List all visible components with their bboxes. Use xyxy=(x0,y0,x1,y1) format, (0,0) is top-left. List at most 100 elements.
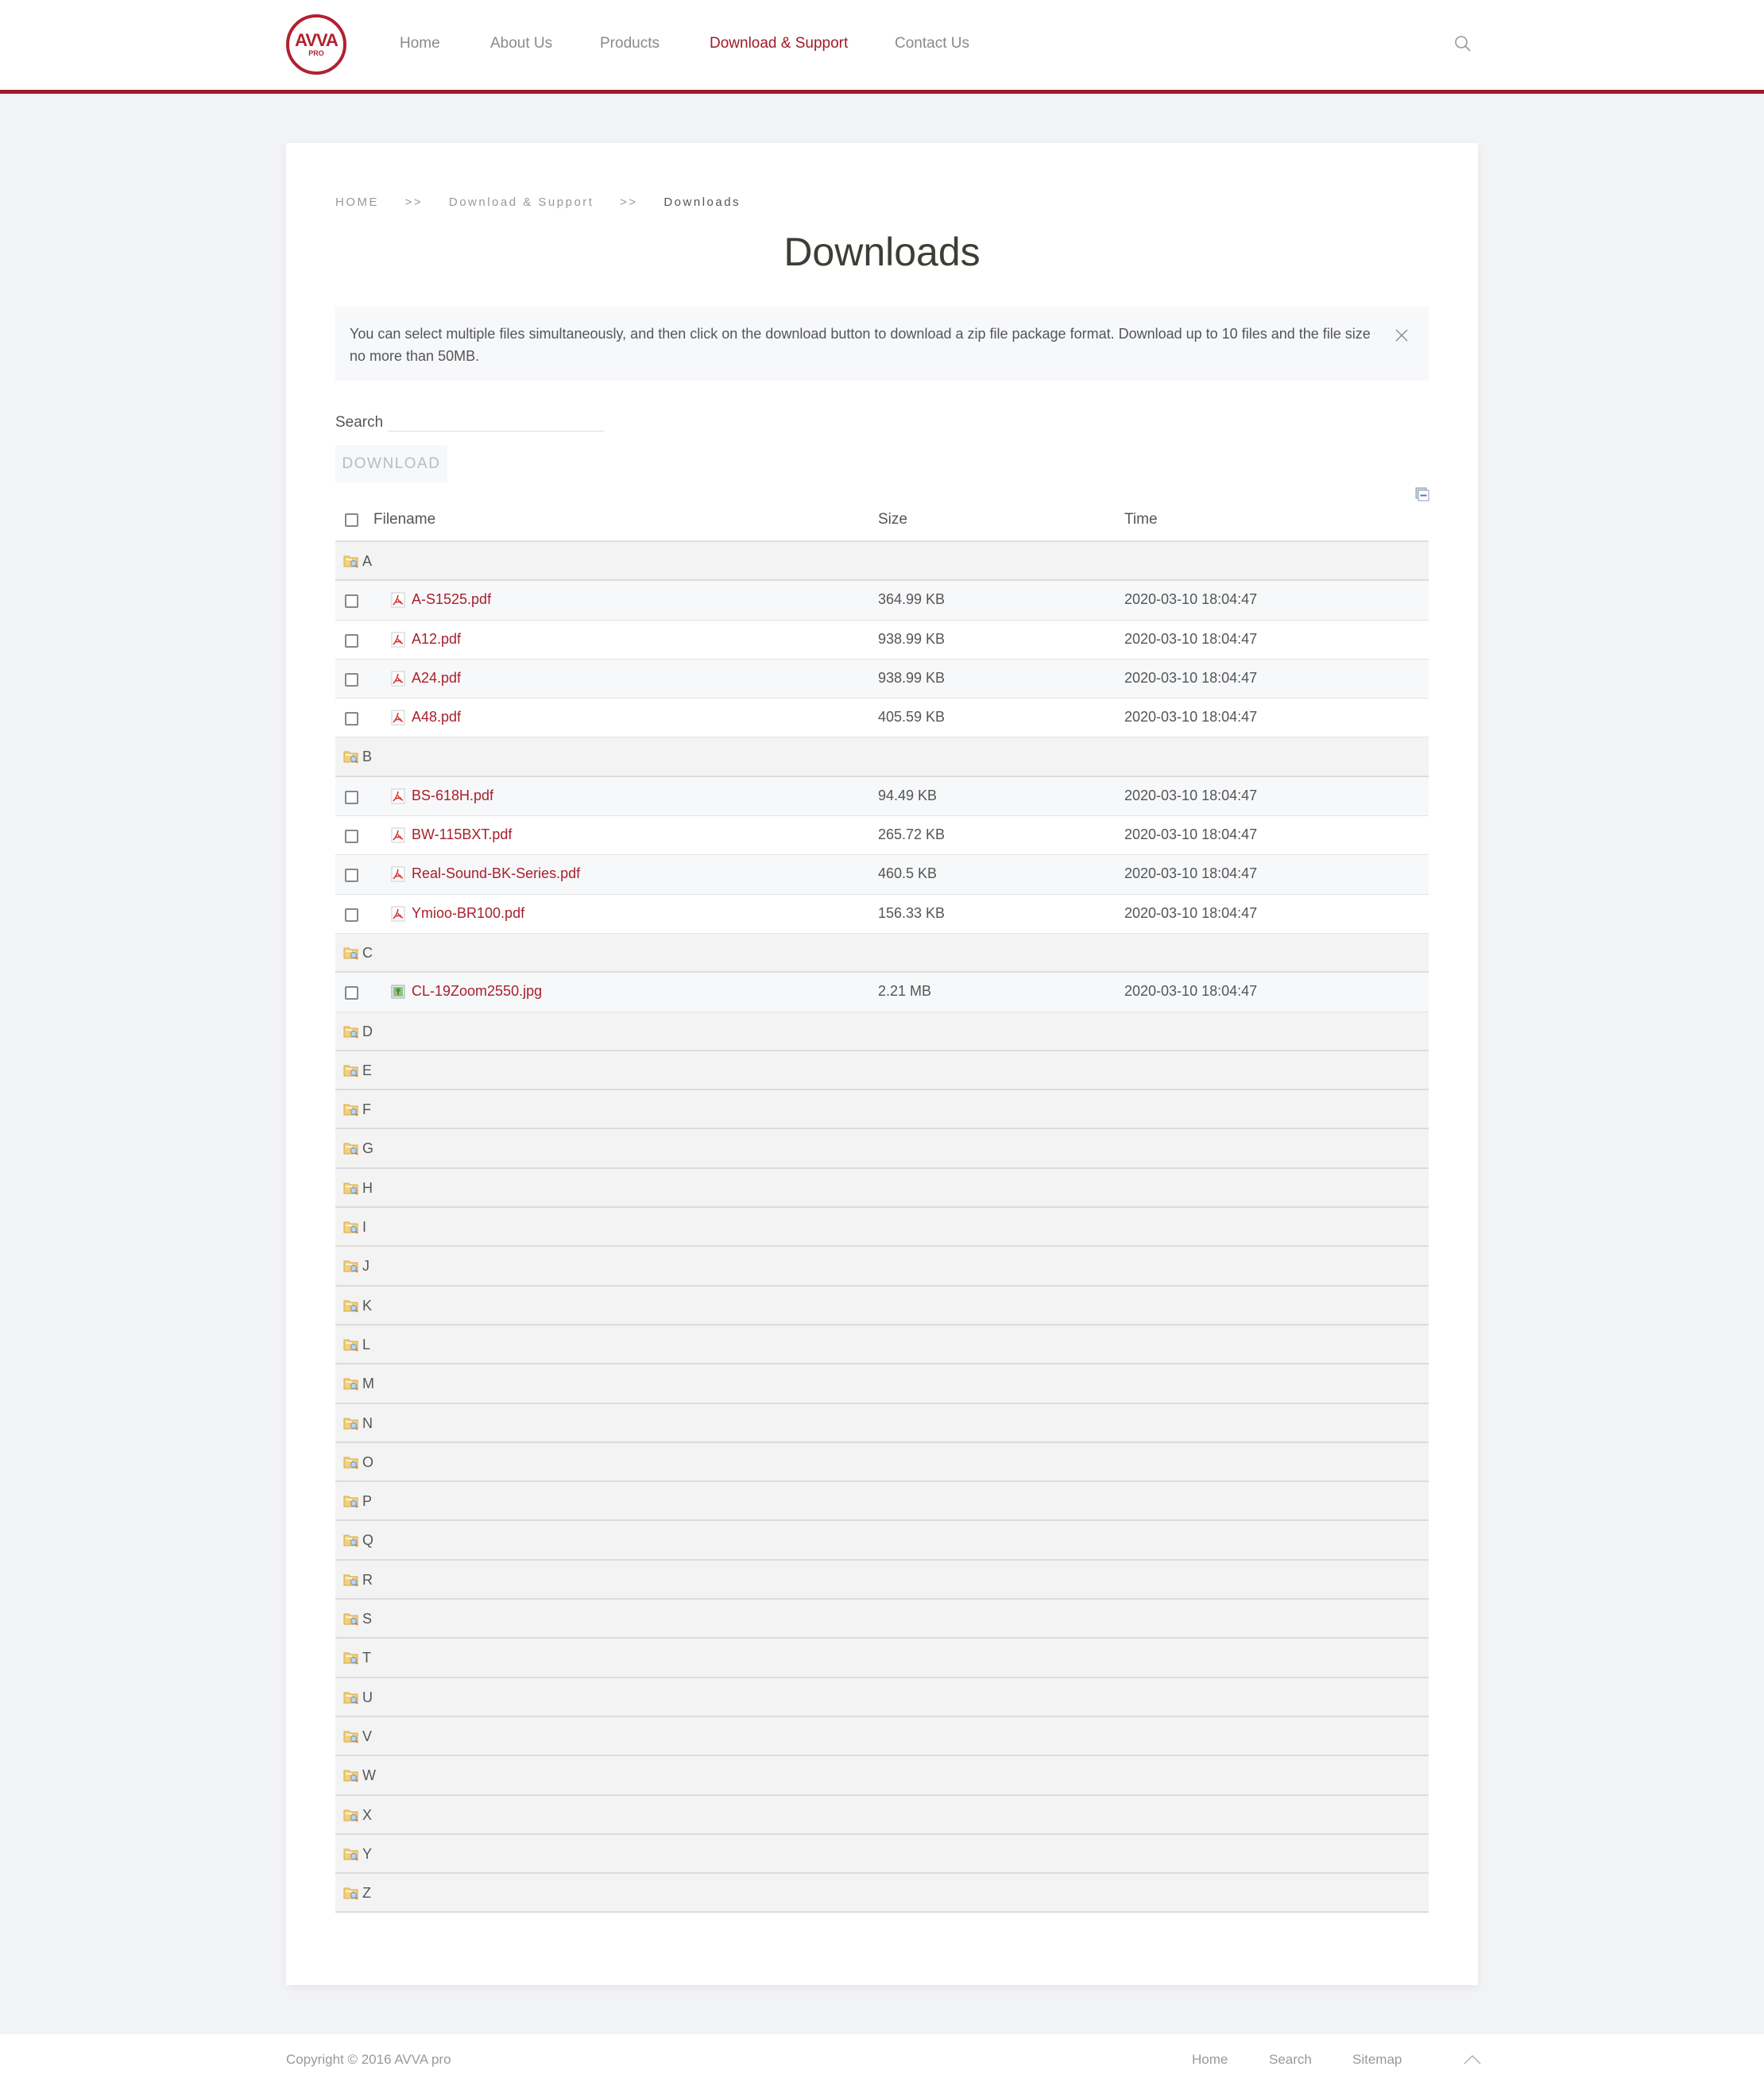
folder-row[interactable]: X xyxy=(335,1795,1429,1835)
close-icon[interactable] xyxy=(1394,327,1410,343)
folder-row[interactable]: S xyxy=(335,1600,1429,1639)
downloads-card: HOME >> Download & Support >> Downloads … xyxy=(286,143,1478,1985)
footer-link-search[interactable]: Search xyxy=(1269,2052,1312,2068)
nav-about-us[interactable]: About Us xyxy=(490,35,552,52)
folder-row[interactable]: N xyxy=(335,1403,1429,1443)
folder-row[interactable]: Q xyxy=(335,1521,1429,1561)
pdf-icon xyxy=(391,592,405,608)
folder-icon xyxy=(343,555,359,568)
table-header: Filename Size Time xyxy=(335,497,1429,542)
folder-row[interactable]: R xyxy=(335,1560,1429,1600)
file-link[interactable]: BW-115BXT.pdf xyxy=(412,826,512,843)
site-header: AVVA PRO Home About Us Products Download… xyxy=(0,0,1764,94)
folder-row[interactable]: B xyxy=(335,737,1429,777)
folder-row[interactable]: G xyxy=(335,1129,1429,1169)
column-time[interactable]: Time xyxy=(1124,511,1158,528)
file-link[interactable]: A24.pdf xyxy=(412,670,461,687)
breadcrumb-separator: >> xyxy=(620,195,638,209)
breadcrumb-download-support[interactable]: Download & Support xyxy=(449,195,594,209)
nav-products[interactable]: Products xyxy=(600,35,660,52)
folder-name: G xyxy=(362,1140,374,1157)
folder-row[interactable]: P xyxy=(335,1482,1429,1522)
folder-icon xyxy=(343,1612,359,1626)
folder-name: T xyxy=(362,1650,371,1666)
search-input[interactable] xyxy=(388,408,605,432)
folder-row[interactable]: L xyxy=(335,1325,1429,1365)
folder-row[interactable]: W xyxy=(335,1756,1429,1796)
footer-link-sitemap[interactable]: Sitemap xyxy=(1352,2052,1402,2068)
folder-icon xyxy=(343,1534,359,1548)
file-link[interactable]: BS-618H.pdf xyxy=(412,788,493,804)
file-checkbox[interactable] xyxy=(345,633,358,648)
file-link[interactable]: A12.pdf xyxy=(412,631,461,648)
search-icon[interactable] xyxy=(1454,35,1472,52)
folder-row[interactable]: J xyxy=(335,1247,1429,1287)
folder-row[interactable]: U xyxy=(335,1678,1429,1717)
file-checkbox[interactable] xyxy=(345,594,358,609)
folder-row[interactable]: O xyxy=(335,1442,1429,1483)
folder-row[interactable]: E xyxy=(335,1051,1429,1091)
alert-text: You can select multiple files simultaneo… xyxy=(350,326,1371,364)
file-checkbox[interactable] xyxy=(345,712,358,726)
folder-icon xyxy=(343,1299,359,1313)
column-size[interactable]: Size xyxy=(878,511,907,528)
folder-name: A xyxy=(362,553,373,569)
file-checkbox[interactable] xyxy=(345,986,358,1000)
file-checkbox[interactable] xyxy=(345,908,358,922)
footer-link-home[interactable]: Home xyxy=(1192,2052,1228,2068)
folder-name: D xyxy=(362,1023,373,1039)
folder-row[interactable]: H xyxy=(335,1168,1429,1209)
download-button[interactable]: DOWNLOAD xyxy=(335,445,447,482)
select-all-checkbox[interactable] xyxy=(345,513,358,527)
breadcrumb-current: Downloads xyxy=(663,195,741,209)
folder-name: J xyxy=(362,1258,369,1275)
folder-row[interactable]: K xyxy=(335,1286,1429,1326)
folder-name: Z xyxy=(362,1885,371,1902)
folder-row[interactable]: C xyxy=(335,933,1429,973)
nav-download-support[interactable]: Download & Support xyxy=(710,35,848,52)
file-size: 460.5 KB xyxy=(878,865,938,882)
copyright-text: Copyright © 2016 AVVA pro xyxy=(286,2052,451,2067)
file-checkbox[interactable] xyxy=(345,790,358,804)
chevron-up-icon[interactable] xyxy=(1464,2053,1481,2065)
folder-row[interactable]: Y xyxy=(335,1834,1429,1875)
nav-home[interactable]: Home xyxy=(400,35,440,52)
nav-contact-us[interactable]: Contact Us xyxy=(895,35,969,52)
file-checkbox[interactable] xyxy=(345,869,358,883)
file-size: 156.33 KB xyxy=(878,904,946,921)
folder-icon xyxy=(343,1887,359,1900)
file-link[interactable]: A-S1525.pdf xyxy=(412,591,491,608)
folder-row[interactable]: I xyxy=(335,1208,1429,1248)
file-link[interactable]: Real-Sound-BK-Series.pdf xyxy=(412,865,580,882)
logo-subtext: PRO xyxy=(308,49,324,57)
folder-icon xyxy=(343,1338,359,1352)
folder-name: X xyxy=(362,1806,373,1823)
file-time: 2020-03-10 18:04:47 xyxy=(1124,904,1258,921)
file-link[interactable]: A48.pdf xyxy=(412,709,461,726)
avva-logo[interactable]: AVVA PRO xyxy=(286,14,346,75)
breadcrumb-home[interactable]: HOME xyxy=(335,195,379,209)
folder-row[interactable]: Z xyxy=(335,1874,1429,1914)
folder-icon xyxy=(343,1260,359,1273)
file-checkbox[interactable] xyxy=(345,830,358,844)
folder-row[interactable]: F xyxy=(335,1090,1429,1130)
folder-name: Y xyxy=(362,1845,373,1862)
folder-icon xyxy=(343,1495,359,1508)
folder-icon xyxy=(343,1142,359,1156)
file-checkbox[interactable] xyxy=(345,672,358,687)
folder-row[interactable]: A xyxy=(335,542,1429,582)
folder-name: C xyxy=(362,944,373,961)
file-size: 938.99 KB xyxy=(878,630,946,647)
file-link[interactable]: CL-19Zoom2550.jpg xyxy=(412,983,542,1000)
file-time: 2020-03-10 18:04:47 xyxy=(1124,826,1258,843)
file-link[interactable]: Ymioo-BR100.pdf xyxy=(412,905,524,922)
folder-row[interactable]: V xyxy=(335,1716,1429,1757)
folder-icon xyxy=(343,1691,359,1705)
folder-icon xyxy=(343,1377,359,1391)
column-filename[interactable]: Filename xyxy=(373,511,435,528)
file-size: 94.49 KB xyxy=(878,787,938,803)
folder-row[interactable]: M xyxy=(335,1364,1429,1404)
file-time: 2020-03-10 18:04:47 xyxy=(1124,591,1258,608)
folder-row[interactable]: T xyxy=(335,1639,1429,1678)
folder-row[interactable]: D xyxy=(335,1012,1429,1051)
